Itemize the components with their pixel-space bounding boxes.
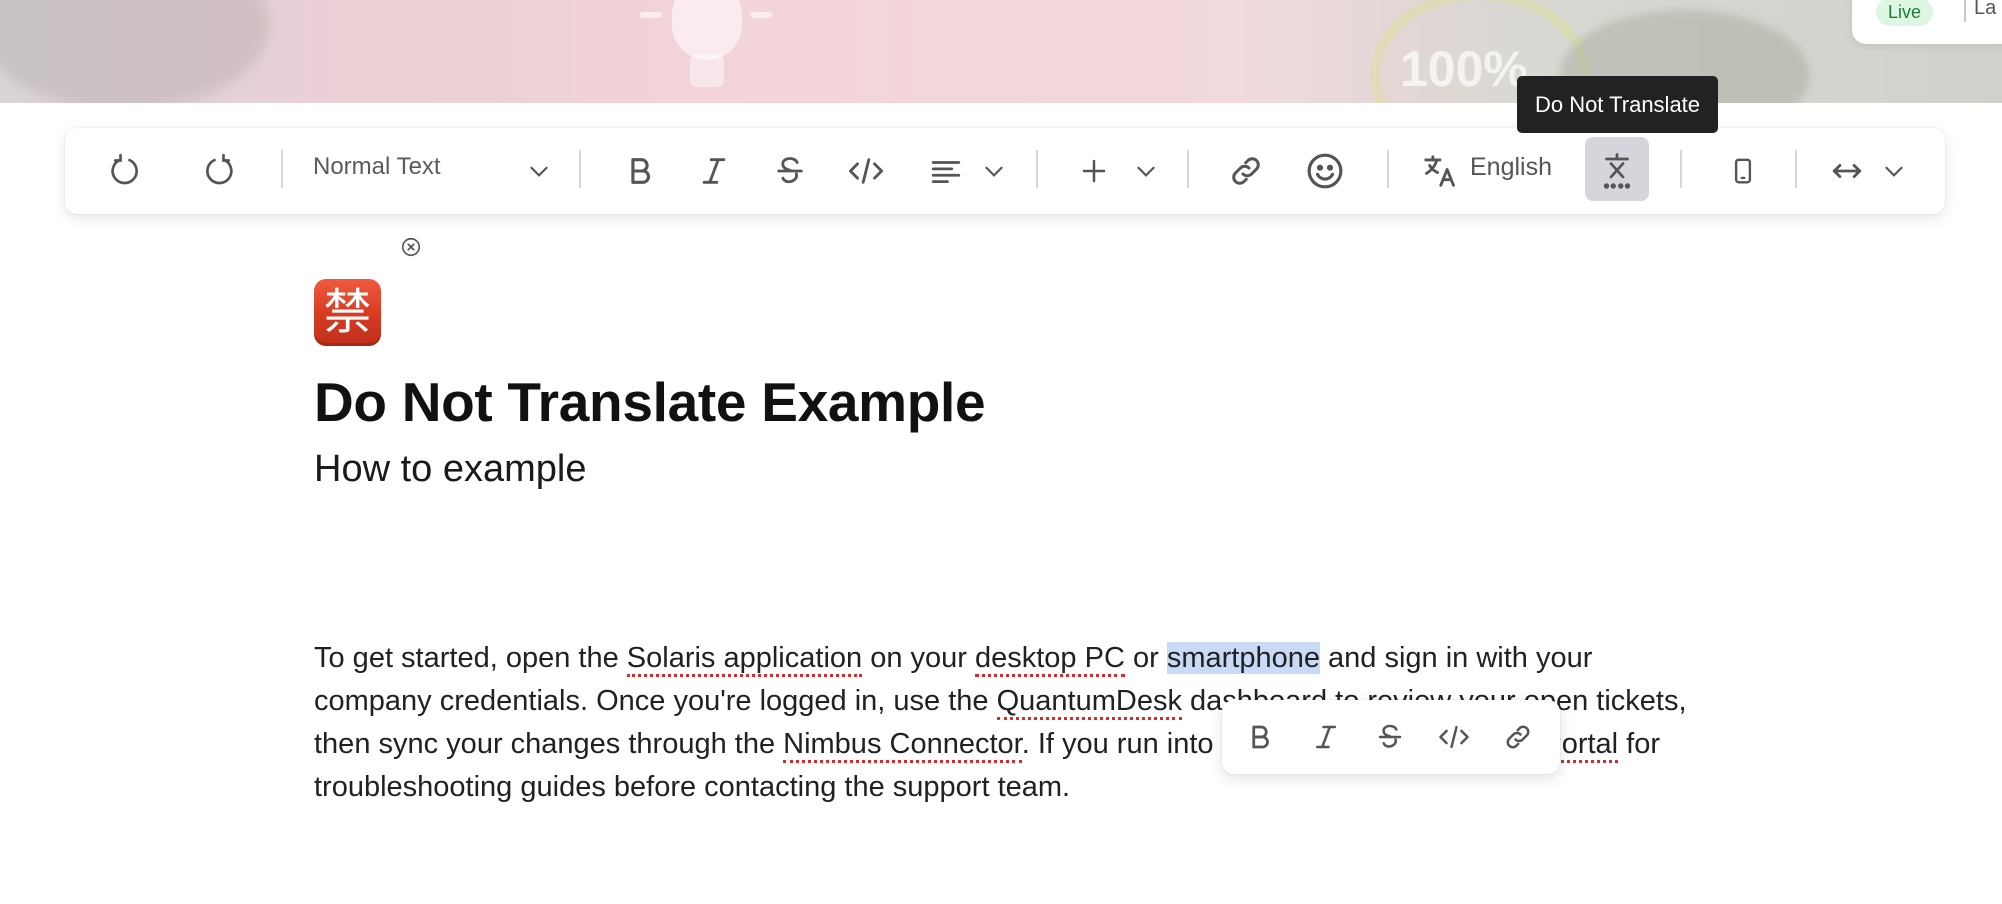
translate-button[interactable] xyxy=(1420,128,1460,214)
inline-code-button[interactable] xyxy=(1436,700,1472,774)
text-style-select[interactable]: Normal Text xyxy=(313,153,441,181)
link-button[interactable] xyxy=(1224,128,1268,214)
selected-text: smartphone xyxy=(1166,642,1320,674)
code-icon xyxy=(849,158,883,184)
toolbar-divider xyxy=(579,150,581,188)
redo-button[interactable] xyxy=(194,128,244,214)
light-ray xyxy=(640,12,662,18)
chevron-down-icon xyxy=(1885,166,1903,177)
italic-button[interactable] xyxy=(692,128,736,214)
paragraph-text: on your xyxy=(862,642,975,674)
smartphone-icon xyxy=(1734,158,1752,184)
paragraph-text: To get started, open the xyxy=(314,642,627,674)
toolbar-divider xyxy=(281,150,283,188)
hero-stat: 100% xyxy=(1400,41,1528,97)
strikethrough-button[interactable] xyxy=(768,128,812,214)
do-not-translate-icon xyxy=(1603,153,1631,189)
chevron-down-icon xyxy=(985,166,1003,177)
italic-icon xyxy=(702,158,726,184)
close-circle-icon xyxy=(401,237,421,257)
page-emoji[interactable]: 禁 xyxy=(314,279,381,346)
smiley-icon xyxy=(1307,153,1343,189)
bold-icon xyxy=(1252,725,1269,749)
arrows-horizontal-icon xyxy=(1832,163,1862,179)
code-icon xyxy=(1439,725,1469,749)
strikethrough-icon xyxy=(1378,724,1402,748)
paragraph-text: or xyxy=(1124,642,1167,674)
width-button[interactable] xyxy=(1828,128,1866,214)
toolbar-divider xyxy=(1036,150,1038,188)
inline-strikethrough-button[interactable] xyxy=(1372,700,1408,774)
toolbar-divider xyxy=(1387,150,1389,188)
translate-icon xyxy=(1424,155,1455,187)
undo-icon xyxy=(111,153,138,185)
undo-button[interactable] xyxy=(100,128,150,214)
code-button[interactable] xyxy=(844,128,888,214)
chevron-down-icon xyxy=(1137,166,1155,177)
bold-button[interactable] xyxy=(618,128,662,214)
do-not-translate-term: QuantumDesk xyxy=(996,685,1182,720)
do-not-translate-term: Solaris application xyxy=(626,642,863,677)
light-ray xyxy=(750,12,772,18)
align-left-icon xyxy=(931,161,961,184)
italic-icon xyxy=(1316,725,1336,749)
emoji-button[interactable] xyxy=(1302,128,1348,214)
page-title[interactable]: Do Not Translate Example xyxy=(314,370,986,434)
language-select[interactable]: English xyxy=(1470,153,1552,182)
inline-link-button[interactable] xyxy=(1500,700,1536,774)
align-dropdown[interactable] xyxy=(979,128,1009,214)
text-style-dropdown[interactable] xyxy=(524,128,554,214)
do-not-translate-tooltip: Do Not Translate xyxy=(1517,76,1718,133)
bold-icon xyxy=(631,158,650,184)
inline-bold-button[interactable] xyxy=(1242,700,1278,774)
insert-dropdown[interactable] xyxy=(1131,128,1161,214)
mobile-preview-button[interactable] xyxy=(1726,128,1760,214)
toolbar-divider xyxy=(1795,150,1797,188)
hero-photo-left xyxy=(0,0,270,103)
lightbulb-graphic xyxy=(672,0,742,60)
do-not-translate-term: desktop PC xyxy=(974,642,1125,677)
lightbulb-base xyxy=(690,55,724,87)
do-not-translate-button-glyph[interactable] xyxy=(1585,128,1649,214)
link-icon xyxy=(1506,725,1530,749)
status-divider xyxy=(1964,0,1966,22)
toolbar-divider xyxy=(1680,150,1682,188)
chevron-down-icon xyxy=(530,166,548,177)
toolbar-divider xyxy=(1187,150,1189,188)
align-button[interactable] xyxy=(926,128,966,214)
live-status-badge: Live xyxy=(1876,0,1934,26)
do-not-translate-term: Nimbus Connector xyxy=(783,728,1022,763)
width-dropdown[interactable] xyxy=(1879,128,1909,214)
inline-italic-button[interactable] xyxy=(1308,700,1344,774)
redo-icon xyxy=(206,153,233,185)
page-subtitle[interactable]: How to example xyxy=(314,448,586,491)
strikethrough-icon xyxy=(777,157,803,184)
remove-emoji-button[interactable] xyxy=(400,236,422,258)
link-icon xyxy=(1232,157,1260,185)
status-truncated-label[interactable]: La xyxy=(1974,0,1996,20)
plus-icon xyxy=(1082,159,1106,183)
insert-button[interactable] xyxy=(1076,128,1112,214)
